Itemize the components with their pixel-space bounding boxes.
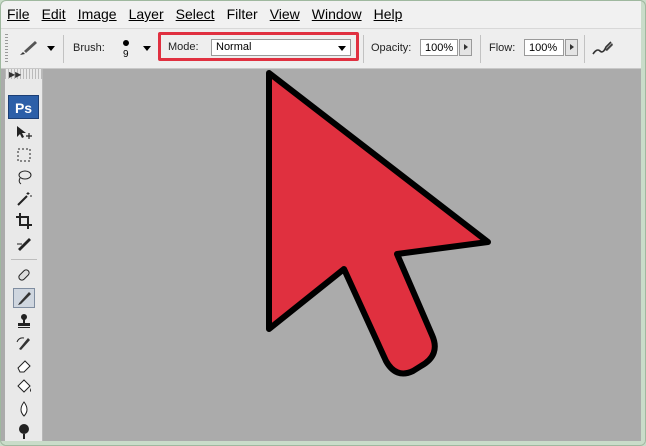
- menu-edit[interactable]: Edit: [36, 1, 72, 28]
- healing-brush-icon[interactable]: [13, 265, 35, 285]
- opacity-label: Opacity:: [371, 42, 412, 54]
- menu-filter[interactable]: Filter: [221, 1, 264, 28]
- expand-arrows-icon[interactable]: ▶▶: [9, 70, 21, 79]
- photoshop-window: File Edit Image Layer Select Filter View…: [0, 0, 646, 446]
- paint-bucket-icon[interactable]: [13, 377, 35, 397]
- menu-view[interactable]: View: [264, 1, 306, 28]
- menu-layer[interactable]: Layer: [123, 1, 170, 28]
- divider: [63, 35, 64, 63]
- marquee-icon[interactable]: [13, 145, 35, 165]
- history-brush-icon[interactable]: [13, 333, 35, 353]
- mode-value: Normal: [216, 41, 252, 53]
- opacity-field[interactable]: 100%: [420, 39, 458, 56]
- move-icon[interactable]: [13, 123, 35, 143]
- menu-window-label: Window: [311, 6, 362, 22]
- slice-icon[interactable]: [13, 233, 35, 253]
- brush-dot-icon[interactable]: [123, 40, 129, 46]
- divider: [584, 35, 585, 63]
- clone-stamp-icon[interactable]: [13, 311, 35, 331]
- opacity-slider-button[interactable]: [459, 39, 472, 56]
- window-edge: [1, 441, 645, 445]
- flow-field[interactable]: 100%: [524, 39, 564, 56]
- brush-size: 9: [123, 49, 129, 60]
- blur-icon[interactable]: [13, 399, 35, 419]
- flow-slider-button[interactable]: [565, 39, 578, 56]
- menu-help-label: Help: [373, 6, 403, 22]
- options-bar: Brush: 9 Mode: Normal Opacity: 100% Flow…: [1, 29, 641, 69]
- lasso-icon[interactable]: [13, 167, 35, 187]
- mode-label: Mode:: [168, 41, 199, 53]
- window-edge: [641, 1, 645, 445]
- menu-window[interactable]: Window: [306, 1, 368, 28]
- menu-help[interactable]: Help: [368, 1, 409, 28]
- brush-label: Brush:: [73, 42, 105, 54]
- divider: [480, 35, 481, 63]
- divider: [363, 35, 364, 63]
- toolbox: ▶▶ Ps: [5, 69, 43, 445]
- mode-chevron-down-icon: [338, 46, 346, 51]
- eraser-icon[interactable]: [13, 355, 35, 375]
- dodge-icon[interactable]: [13, 421, 35, 441]
- crop-icon[interactable]: [13, 211, 35, 231]
- menu-view-label: View: [269, 6, 300, 22]
- menu-select[interactable]: Select: [170, 1, 221, 28]
- options-bar-grip[interactable]: [5, 34, 8, 62]
- menu-filter-label: Filter: [226, 6, 258, 22]
- airbrush-icon[interactable]: [591, 38, 615, 63]
- ps-logo[interactable]: Ps: [8, 95, 39, 119]
- brush-icon[interactable]: [13, 288, 35, 308]
- mode-select[interactable]: Normal: [211, 39, 351, 56]
- menu-image-label: Image: [77, 6, 117, 22]
- menu-layer-label: Layer: [128, 6, 164, 22]
- menu-file-label: File: [7, 6, 30, 22]
- menu-bar: File Edit Image Layer Select Filter View…: [1, 1, 641, 29]
- mode-highlight: Mode: Normal: [158, 32, 359, 61]
- flow-label: Flow:: [489, 42, 516, 54]
- menu-edit-label: Edit: [41, 6, 66, 22]
- tool-preset-brush-icon[interactable]: [17, 38, 39, 63]
- brush-chevron-down-icon[interactable]: [143, 46, 151, 51]
- menu-image[interactable]: Image: [72, 1, 123, 28]
- menu-file[interactable]: File: [1, 1, 36, 28]
- tool-preset-chevron-down-icon[interactable]: [47, 46, 55, 51]
- menu-select-label: Select: [175, 6, 215, 22]
- magic-wand-icon[interactable]: [13, 189, 35, 209]
- toolbox-divider: [11, 259, 37, 260]
- canvas-area[interactable]: [43, 69, 641, 445]
